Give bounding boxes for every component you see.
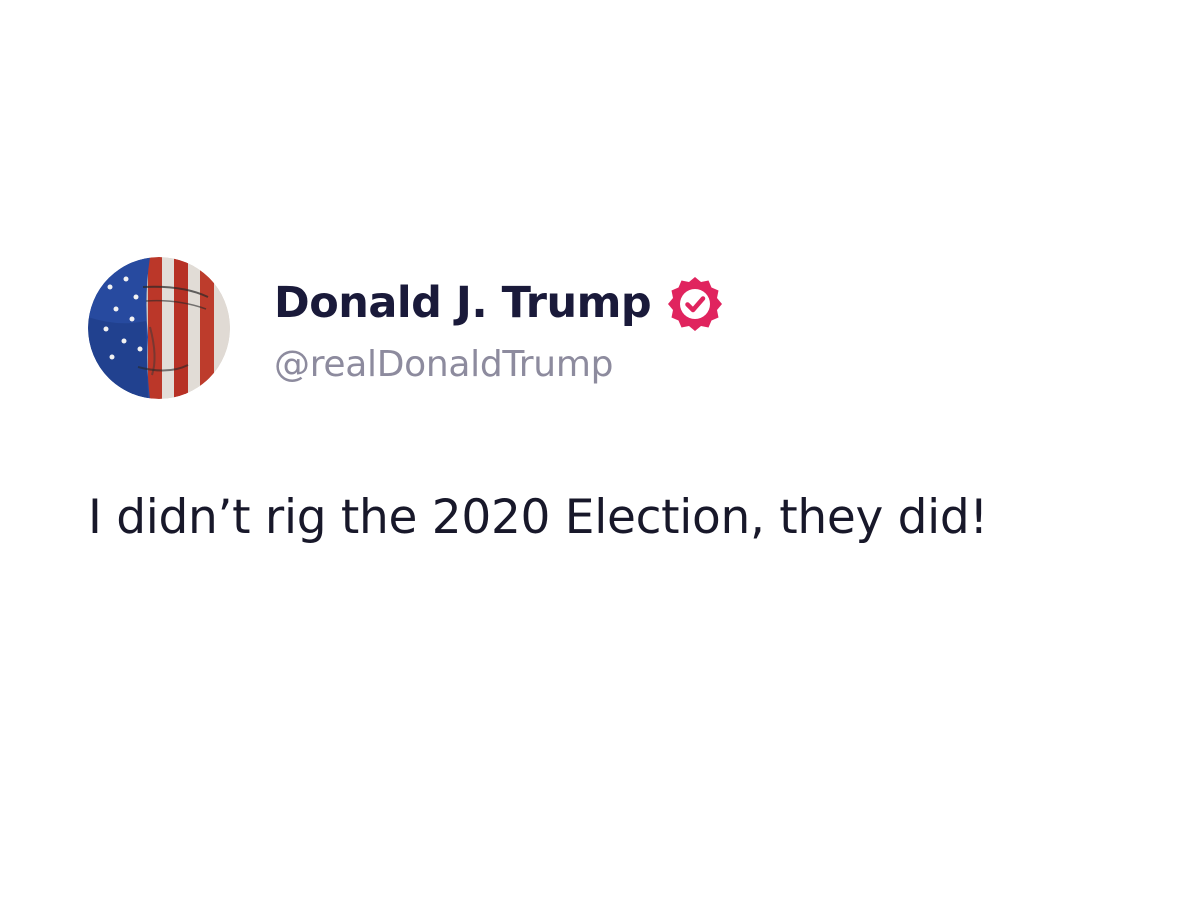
avatar-image bbox=[88, 256, 230, 399]
avatar[interactable] bbox=[88, 256, 230, 399]
display-name[interactable]: Donald J. Trump bbox=[274, 282, 652, 325]
post: Donald J. Trump @realDonaldTrump I didn’… bbox=[88, 255, 1118, 558]
author-handle[interactable]: @realDonaldTrump bbox=[274, 346, 725, 383]
verified-badge-icon bbox=[665, 274, 725, 334]
name-row: Donald J. Trump bbox=[274, 273, 725, 335]
post-header: Donald J. Trump @realDonaldTrump bbox=[88, 255, 1118, 400]
post-text: I didn’t rig the 2020 Election, they did… bbox=[88, 490, 988, 545]
author-identity: Donald J. Trump @realDonaldTrump bbox=[274, 273, 725, 383]
